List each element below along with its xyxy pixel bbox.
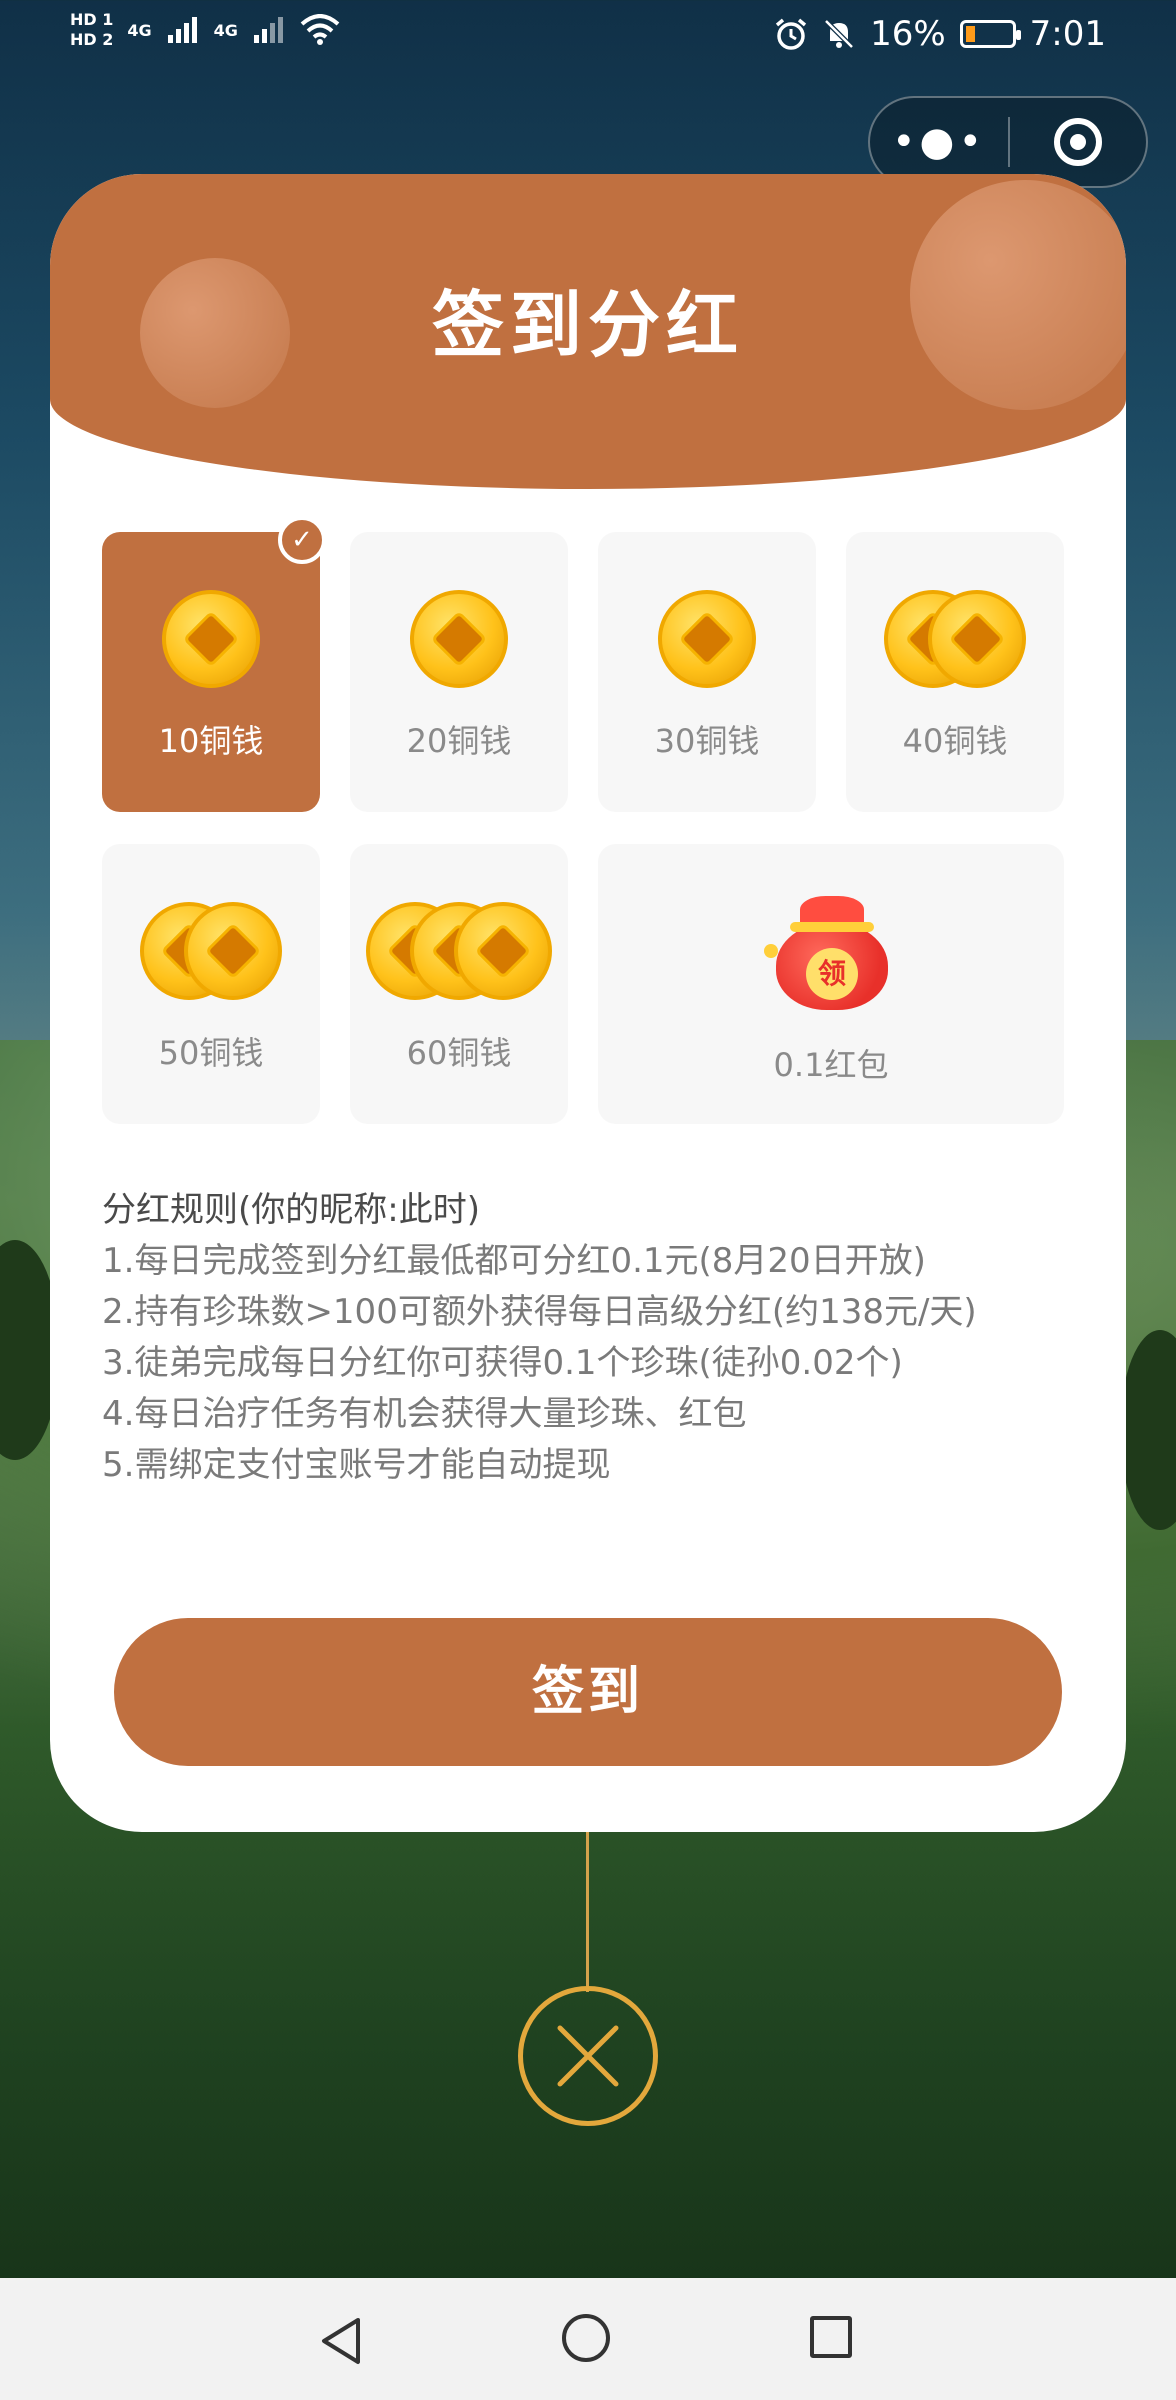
coin-icon <box>410 590 508 688</box>
coin-stack <box>350 590 568 690</box>
reward-label: 30铜钱 <box>654 722 760 760</box>
coin-stack <box>102 590 320 690</box>
battery-percent: 16% <box>870 14 946 54</box>
rule-item: 5.需绑定支付宝账号才能自动提现 <box>102 1445 611 1485</box>
capsule-close-button[interactable] <box>1010 118 1146 166</box>
signal-icon-2 <box>253 17 283 43</box>
red-packet-bag-icon: 领 <box>764 892 896 1012</box>
rules-section: 分红规则(你的昵称:此时) 1.每日完成签到分红最低都可分红0.1元(8月20日… <box>102 1184 1082 1491</box>
coin-icon <box>454 902 552 1000</box>
alarm-icon <box>775 18 807 50</box>
reward-tile-day2[interactable]: 20铜钱 <box>350 532 568 812</box>
rule-item: 3.徒弟完成每日分红你可获得0.1个珍珠(徒孙0.02个) <box>102 1343 903 1383</box>
coin-stack <box>102 902 320 1002</box>
coin-stack <box>846 590 1064 690</box>
net2-label: 4G <box>213 20 238 40</box>
reward-label: 40铜钱 <box>902 722 1008 760</box>
check-icon: ✓ <box>278 516 326 564</box>
connector-line <box>586 1832 589 1992</box>
more-dots-icon[interactable]: •●• <box>870 119 1008 165</box>
rule-item: 1.每日完成签到分红最低都可分红0.1元(8月20日开放) <box>102 1241 926 1281</box>
clock: 7:01 <box>1029 14 1106 54</box>
signal-icon <box>167 17 197 43</box>
sign-in-modal: 签到分红 ✓ 10铜钱 20铜钱 30铜钱 40铜钱 50铜钱 60铜钱 领 0… <box>50 174 1126 1832</box>
coin-icon <box>162 590 260 688</box>
reward-tile-day7[interactable]: 领 0.1红包 <box>598 844 1064 1124</box>
coin-icon <box>658 590 756 688</box>
wifi-icon <box>300 14 340 45</box>
coin-stack <box>350 902 568 1002</box>
battery-icon <box>959 20 1021 48</box>
reward-tile-day4[interactable]: 40铜钱 <box>846 532 1064 812</box>
target-icon <box>1053 118 1102 166</box>
recent-apps-icon[interactable] <box>810 2316 852 2358</box>
sim2-label: HD 2 <box>70 30 114 49</box>
home-icon[interactable] <box>562 2314 610 2362</box>
status-bar: HD 1 HD 2 4G 4G 16% 7:01 <box>0 0 1176 76</box>
modal-title: 签到分红 <box>431 283 744 367</box>
rule-item: 2.持有珍珠数>100可额外获得每日高级分红(约138元/天) <box>102 1292 977 1332</box>
reward-label: 0.1红包 <box>773 1046 889 1084</box>
reward-label: 10铜钱 <box>158 722 264 760</box>
reward-tile-day5[interactable]: 50铜钱 <box>102 844 320 1124</box>
bag-tag: 领 <box>806 948 858 1000</box>
net1-label: 4G <box>127 20 152 40</box>
reward-label: 60铜钱 <box>406 1034 512 1072</box>
reward-label: 20铜钱 <box>406 722 512 760</box>
reward-tile-day1[interactable]: ✓ 10铜钱 <box>102 516 326 812</box>
back-icon[interactable] <box>318 2316 364 2366</box>
modal-header: 签到分红 <box>50 174 1126 489</box>
system-nav-bar <box>0 2278 1176 2400</box>
coin-stack <box>598 590 816 690</box>
coin-icon <box>928 590 1026 688</box>
mute-bell-icon <box>824 19 854 49</box>
reward-tile-day6[interactable]: 60铜钱 <box>350 844 568 1124</box>
rules-title: 分红规则(你的昵称:此时) <box>102 1190 480 1230</box>
sim1-label: HD 1 <box>70 10 114 29</box>
sign-in-button[interactable]: 签到 <box>114 1618 1062 1766</box>
modal-close-button[interactable] <box>518 1986 658 2126</box>
reward-tile-day3[interactable]: 30铜钱 <box>598 532 816 812</box>
rule-item: 4.每日治疗任务有机会获得大量珍珠、红包 <box>102 1394 747 1434</box>
close-icon <box>557 2025 619 2087</box>
reward-label: 50铜钱 <box>158 1034 264 1072</box>
coin-icon <box>184 902 282 1000</box>
